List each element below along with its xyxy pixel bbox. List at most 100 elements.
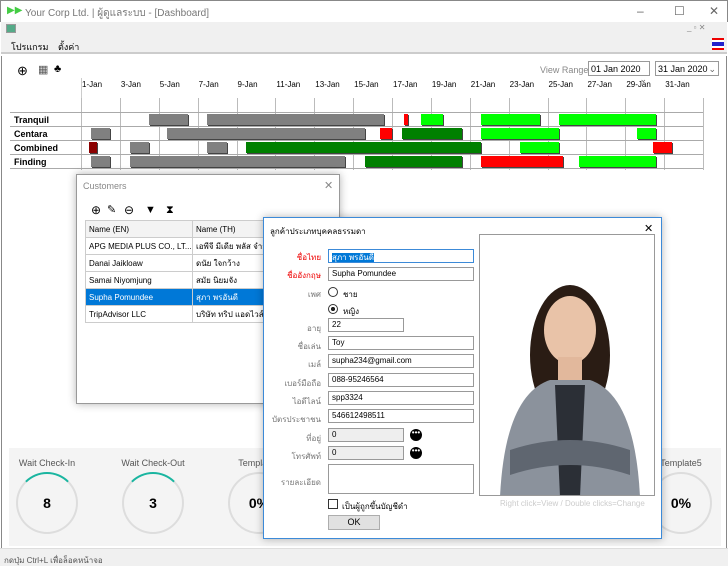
gantt-chart: 1-Jan 3-Jan 5-Jan 7-Jan 9-Jan 11-Jan 13-Jan 15-… [2,56,728,176]
gantt-bar-green[interactable] [636,128,657,139]
label-id-card: บัตรประชาชน [271,415,321,424]
gantt-bar-darkgreen[interactable] [246,142,482,153]
thai-flag-icon[interactable] [712,38,724,50]
gantt-bar-green[interactable] [481,114,540,125]
gantt-bar-gray[interactable] [90,128,111,139]
day-label: 5-Jan [159,80,180,89]
detail-textarea[interactable] [328,464,474,494]
gantt-bar-green[interactable] [481,128,560,139]
table-cell: Danai Jaikloaw [85,254,193,272]
line-id-input[interactable]: spp3324 [328,391,474,405]
gantt-bar-darkred[interactable] [88,142,97,153]
blacklist-label: เป็นผู้ถูกขึ้นบัญชีดำ [342,502,408,511]
more-icon[interactable]: ••• [410,429,422,441]
label-address: ที่อยู่ [306,434,321,443]
hourglass-icon[interactable]: ⧗ [166,204,174,217]
label-email: เมล์ [308,360,321,369]
close-icon[interactable]: ✕ [324,179,333,192]
gantt-bar-red[interactable] [380,128,393,139]
female-label: หญิง [343,307,359,316]
window-title: Your Corp Ltd. | ผู้ดูแลระบบ - [Dashboar… [25,8,209,19]
day-label: 31-Jan [665,80,690,89]
gantt-bar-darkgreen[interactable] [401,128,462,139]
gantt-bar-red[interactable] [403,114,408,125]
menu-program[interactable]: โปรแกรม [11,40,48,54]
grid-line [664,98,666,170]
menu-bar: โปรแกรม ตั้งค่า [1,36,727,54]
gauge-wait-check-in[interactable]: 8 [16,472,78,534]
child-minimize-button[interactable]: _ ▫ ✕ [687,23,705,32]
row-label: Finding [14,157,47,167]
blacklist-checkbox[interactable] [328,499,338,509]
dialog-title: ลูกค้าประเภทบุคคลธรรมดา [270,227,366,236]
customer-photo[interactable] [479,234,655,496]
row-divider [10,140,704,141]
menu-settings[interactable]: ตั้งค่า [58,40,79,54]
close-button[interactable]: ✕ [709,4,719,18]
day-label: 19-Jan [431,80,457,89]
gantt-bar-gray[interactable] [166,128,365,139]
maximize-button[interactable]: ☐ [674,4,685,18]
gantt-bar-gray[interactable] [149,114,188,125]
gauge-label: Wait Check-Out [121,458,185,468]
address-input[interactable]: 0 [328,428,404,442]
gantt-bar-darkgreen[interactable] [364,156,462,167]
ok-button[interactable]: OK [328,515,380,530]
day-label: 15-Jan [354,80,379,89]
gantt-bar-gray[interactable] [129,156,346,167]
id-card-input[interactable]: 546612498511 [328,409,474,423]
gantt-bar-gray[interactable] [129,142,150,153]
label-name-th: ชื่อไทย [296,253,321,262]
female-radio[interactable] [328,304,338,314]
day-label: 13-Jan [315,80,340,89]
row-divider [10,168,704,169]
gauge-wait-check-out[interactable]: 3 [122,472,184,534]
gantt-bar-gray[interactable] [90,156,111,167]
label-gender: เพศ [307,290,321,299]
phone-input[interactable]: 0 [328,446,404,460]
email-input[interactable]: supha234@gmail.com [328,354,474,368]
gantt-bar-red[interactable] [652,142,672,153]
row-divider [10,126,704,127]
gantt-bar-green[interactable] [578,156,657,167]
minimize-button[interactable]: – [637,4,644,18]
table-cell: APG MEDIA PLUS CO., LT... [85,237,193,255]
child-icon [6,24,16,33]
gantt-bar-green[interactable] [520,142,560,153]
gantt-bar-gray[interactable] [207,142,227,153]
gantt-bar-green[interactable] [559,114,657,125]
filter-icon[interactable]: ▼ [145,204,156,216]
add-icon[interactable]: ⊕ [91,203,101,217]
gantt-bar-green[interactable] [421,114,443,125]
nickname-input[interactable]: Toy [328,336,474,350]
label-line: ไอดีไลน์ [292,397,321,406]
male-label: ชาย [343,290,358,299]
name-th-input[interactable]: สุภา พรอันดี [328,249,474,263]
customer-dialog: ลูกค้าประเภทบุคคลธรรมดา ✕ ชื่อไทย สุภา พ… [263,217,662,539]
grid-line [119,98,121,170]
label-name-en: ชื่ออังกฤษ [287,271,321,280]
day-label: 21-Jan [470,80,496,89]
label-nickname: ชื่อเล่น [297,342,321,351]
age-input[interactable]: 22 [328,318,404,332]
remove-icon[interactable]: ⊖ [124,203,134,217]
male-radio[interactable] [328,287,338,297]
label-phone: โทรศัพท์ [291,452,322,461]
day-label: 29-Jan [626,80,651,89]
column-header[interactable]: Name (EN) [85,220,193,238]
gantt-bar-red[interactable] [481,156,564,167]
edit-icon[interactable]: ✎ [107,203,116,216]
row-divider [10,112,704,113]
label-detail: รายละเอียด [280,478,321,487]
grid-line [703,98,705,170]
photo-image [500,285,640,495]
grid-line [469,98,471,170]
mobile-input[interactable]: 088-95246564 [328,373,474,387]
row-label: Centara [14,129,48,139]
more-icon[interactable]: ••• [410,447,422,459]
gauge-label: Wait Check-In [18,458,76,468]
day-label: 11-Jan [276,80,301,89]
name-en-input[interactable]: Supha Pomundee [328,267,474,281]
gantt-bar-gray[interactable] [207,114,385,125]
day-label: 7-Jan [198,80,219,89]
